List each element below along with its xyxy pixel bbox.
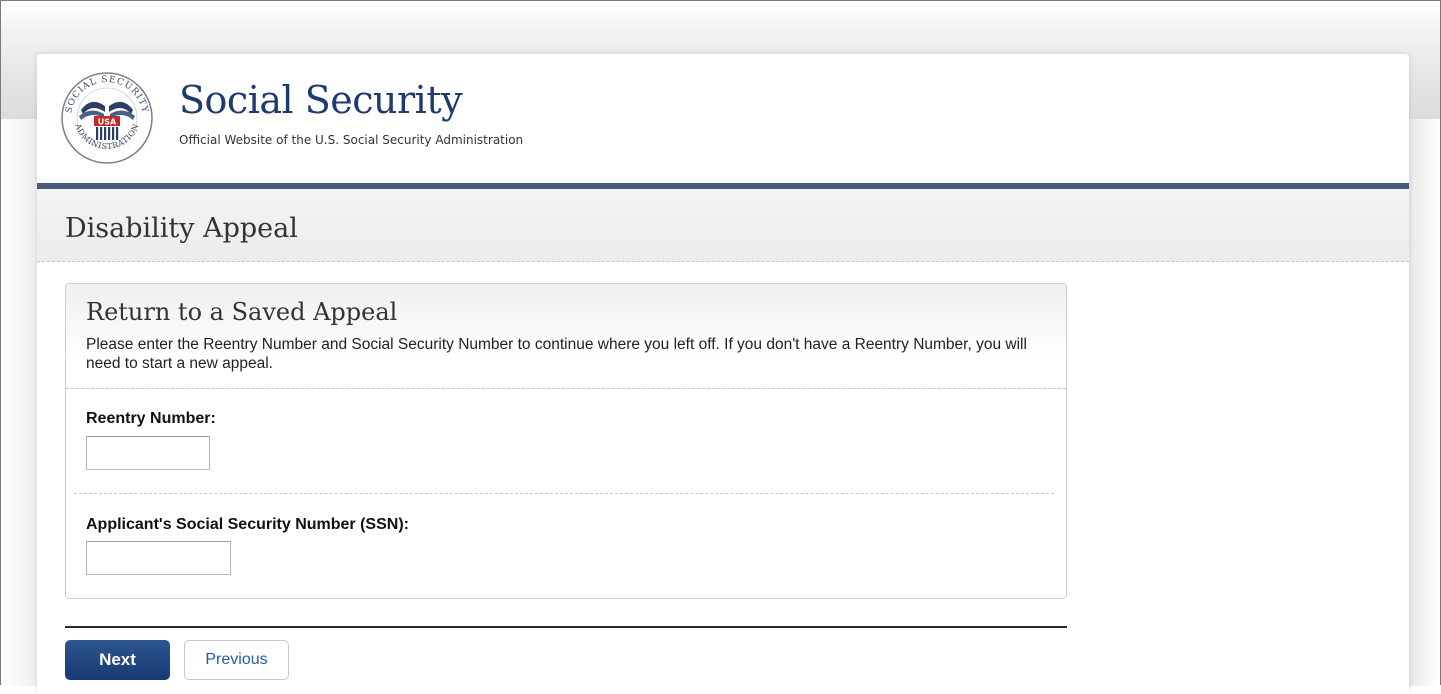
- panel-header: Return to a Saved Appeal Please enter th…: [66, 284, 1066, 389]
- page-background-right: [1409, 119, 1440, 686]
- site-subtitle: Official Website of the U.S. Social Secu…: [179, 133, 524, 147]
- previous-button[interactable]: Previous: [184, 640, 289, 680]
- reentry-number-input[interactable]: [86, 436, 210, 470]
- page-background-left: [1, 119, 37, 686]
- ssa-seal-icon[interactable]: SOCIAL SECURITY ADMINISTRATION USA: [61, 72, 153, 164]
- site-header: SOCIAL SECURITY ADMINISTRATION USA Socia…: [37, 54, 1409, 182]
- ssn-label: Applicant's Social Security Number (SSN)…: [86, 516, 409, 533]
- reentry-number-label: Reentry Number:: [86, 410, 216, 427]
- page-card: SOCIAL SECURITY ADMINISTRATION USA Socia…: [37, 54, 1409, 694]
- panel-title: Return to a Saved Appeal: [86, 298, 398, 326]
- panel-description: Please enter the Reentry Number and Soci…: [86, 336, 1027, 372]
- site-title[interactable]: Social Security: [179, 78, 463, 122]
- seal-center-text: USA: [98, 118, 117, 127]
- ssn-input[interactable]: [86, 541, 231, 575]
- page-title: Disability Appeal: [65, 213, 298, 244]
- saved-appeal-panel: Return to a Saved Appeal Please enter th…: [65, 283, 1067, 599]
- actions-divider: [65, 626, 1067, 628]
- page-title-band: Disability Appeal: [37, 189, 1409, 262]
- field-divider: [74, 493, 1054, 494]
- next-button[interactable]: Next: [65, 640, 170, 680]
